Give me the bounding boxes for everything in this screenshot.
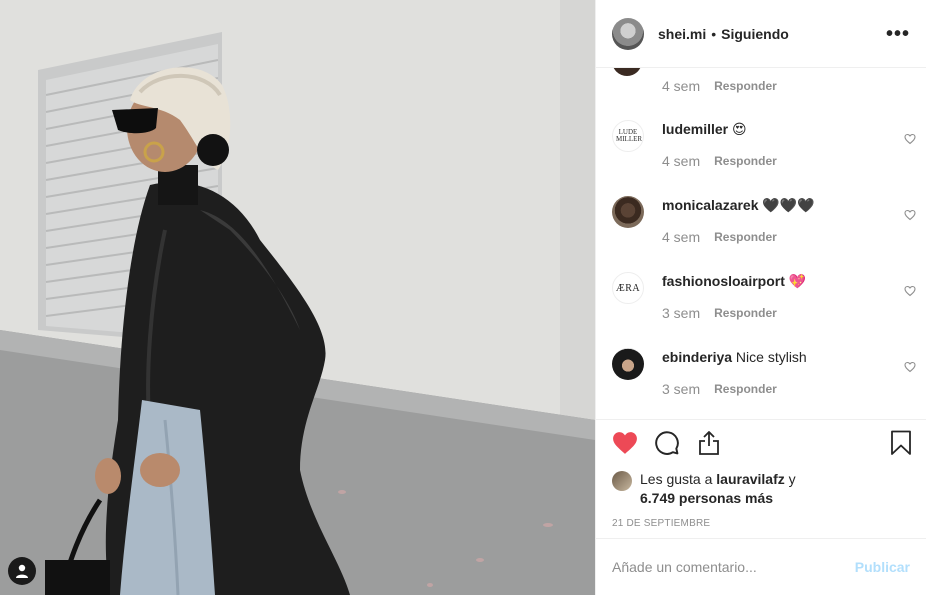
comments-list[interactable]: 4 sem Responder LUDE MILLER ludemiller 😍… — [596, 68, 926, 420]
share-button[interactable] — [696, 430, 722, 461]
likes-prefix: Les gusta a — [640, 471, 717, 487]
action-bar — [596, 420, 926, 470]
post-date[interactable]: 21 DE SEPTIEMBRE — [596, 514, 926, 538]
comment-username[interactable]: monicalazarek — [662, 197, 759, 213]
following-button[interactable]: Siguiendo — [721, 26, 789, 42]
reply-button[interactable]: Responder — [714, 382, 777, 396]
reply-button[interactable]: Responder — [714, 154, 777, 168]
small-heart-icon[interactable] — [904, 208, 916, 221]
comment-body: 😍 — [732, 121, 747, 137]
comment-meta: 3 sem Responder — [662, 381, 777, 397]
comment-icon — [654, 430, 680, 461]
author-username[interactable]: shei.mi — [658, 26, 706, 42]
fashionosloairport-logo: ÆRA — [615, 282, 641, 294]
likes-count-button[interactable]: 6.749 personas más — [640, 490, 773, 506]
comment-body: 💖 — [788, 273, 807, 289]
comment-item: monicalazarek 🖤🖤🖤 4 sem Responder — [596, 196, 926, 272]
header-separator: • — [711, 25, 717, 42]
comment-meta: 4 sem Responder — [662, 229, 777, 245]
likes-summary: Les gusta a lauravilafz y 6.749 personas… — [596, 470, 926, 514]
more-options-icon: ••• — [885, 22, 910, 45]
comment-avatar[interactable]: ÆRA — [612, 272, 644, 304]
reply-button[interactable]: Responder — [714, 79, 777, 93]
liker-avatar[interactable] — [612, 471, 632, 491]
bookmark-icon — [890, 430, 912, 461]
comment-avatar[interactable] — [612, 196, 644, 228]
comment-item: LUDE MILLER ludemiller 😍 4 sem Responder — [596, 120, 926, 196]
post-header: shei.mi • Siguiendo ••• — [596, 0, 926, 68]
comment-input[interactable] — [612, 559, 845, 575]
comment-body: Nice stylish — [735, 349, 807, 365]
comment-avatar[interactable] — [612, 348, 644, 380]
user-tag-button[interactable] — [8, 557, 36, 585]
comment-username[interactable]: ebinderiya — [662, 349, 732, 365]
small-heart-icon[interactable] — [904, 284, 916, 297]
comment-time[interactable]: 3 sem — [662, 305, 700, 321]
comment-button[interactable] — [654, 430, 680, 461]
post: shei.mi • Siguiendo ••• 4 sem Responder … — [0, 0, 926, 595]
publish-button[interactable]: Publicar — [855, 559, 910, 575]
share-icon — [697, 430, 721, 461]
comment-body: 🖤🖤🖤 — [762, 197, 815, 213]
comment-item: ebinderiya Nice stylish 3 sem Responder — [596, 348, 926, 419]
comment-text: ludemiller 😍 — [662, 120, 890, 138]
add-comment-bar: Publicar — [596, 538, 926, 595]
ludemiller-logo: LUDE MILLER — [616, 128, 643, 143]
liker-username[interactable]: lauravilafz — [716, 471, 784, 487]
author-avatar[interactable] — [612, 17, 644, 50]
reply-button[interactable]: Responder — [714, 306, 777, 320]
comment-time[interactable]: 3 sem — [662, 381, 700, 397]
comment-username[interactable]: fashionosloairport — [662, 273, 785, 289]
small-heart-icon[interactable] — [904, 360, 916, 373]
comment-text: monicalazarek 🖤🖤🖤 — [662, 196, 890, 214]
comment-text: fashionosloairport 💖 — [662, 272, 890, 290]
likes-text: Les gusta a lauravilafz y 6.749 personas… — [640, 470, 796, 508]
post-photo[interactable] — [0, 0, 595, 595]
comment-meta: 4 sem Responder — [662, 153, 777, 169]
comment-meta: 4 sem Responder — [662, 78, 777, 94]
comment-username[interactable]: ludemiller — [662, 121, 728, 137]
like-button[interactable] — [612, 431, 638, 460]
reply-button[interactable]: Responder — [714, 230, 777, 244]
user-tag-icon — [14, 563, 30, 579]
comment-text: ebinderiya Nice stylish — [662, 348, 890, 366]
heart-icon — [612, 431, 638, 460]
comment-item: ÆRA fashionosloairport 💖 3 sem Responder — [596, 272, 926, 348]
more-options-button[interactable]: ••• — [886, 24, 910, 44]
comment-time[interactable]: 4 sem — [662, 153, 700, 169]
post-side-panel: shei.mi • Siguiendo ••• 4 sem Responder … — [595, 0, 926, 595]
comment-avatar[interactable]: LUDE MILLER — [612, 120, 644, 152]
photo-image — [0, 0, 595, 595]
save-button[interactable] — [888, 430, 914, 461]
comment-time[interactable]: 4 sem — [662, 229, 700, 245]
small-heart-icon[interactable] — [904, 132, 916, 145]
comment-meta: 3 sem Responder — [662, 305, 777, 321]
likes-connector: y — [784, 471, 796, 487]
comment-avatar[interactable] — [612, 68, 642, 76]
comment-time[interactable]: 4 sem — [662, 78, 700, 94]
